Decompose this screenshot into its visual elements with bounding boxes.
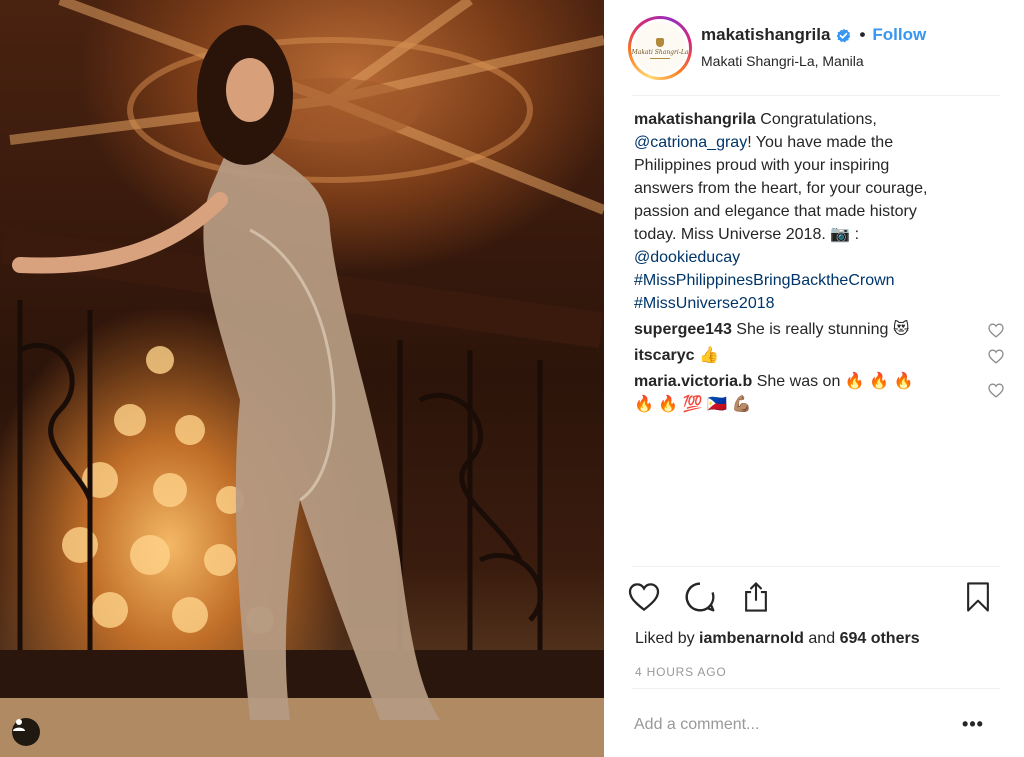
bookmark-icon[interactable] <box>960 578 996 616</box>
comment-item: itscaryc 👍 <box>634 344 1006 367</box>
hashtag-missuniverse2018[interactable]: #MissUniverse2018 <box>634 292 986 315</box>
likes-and: and <box>808 630 836 647</box>
caption-text: today. Miss Universe 2018. 📷 : <box>634 226 860 243</box>
user-tag-icon[interactable] <box>12 718 40 746</box>
post-details-panel: Makati Shangri-La makatishangrila • Foll… <box>604 0 1024 757</box>
follow-button[interactable]: Follow <box>872 25 926 45</box>
comment-item: maria.victoria.b She was on 🔥 🔥 🔥 🔥 🔥 💯 … <box>634 370 1006 416</box>
like-comment-heart-icon[interactable] <box>988 322 1004 345</box>
comments-list: makatishangrila Congratulations, @catrio… <box>634 108 1006 416</box>
like-comment-heart-icon[interactable] <box>988 348 1004 371</box>
divider <box>632 95 1000 96</box>
add-comment-input[interactable] <box>634 707 934 743</box>
caption-text: Philippines proud with your inspiring <box>634 157 890 174</box>
caption-text: answers from the heart, for your courage… <box>634 180 928 197</box>
liker-username[interactable]: iambenarnold <box>699 630 804 647</box>
caption-username[interactable]: makatishangrila <box>634 111 756 128</box>
comment-text: 👍 <box>698 347 719 364</box>
comment-username[interactable]: supergee143 <box>634 321 732 338</box>
location-link[interactable]: Makati Shangri-La, Manila <box>701 53 864 69</box>
post-header: Makati Shangri-La makatishangrila • Foll… <box>604 0 1024 96</box>
post-photo[interactable] <box>0 0 604 757</box>
comment-text: She is really stunning 😻 <box>736 321 910 338</box>
logo-crest-icon <box>656 37 664 47</box>
photo-illustration <box>0 0 604 757</box>
mention-catriona-gray[interactable]: @catriona_gray <box>634 134 747 151</box>
separator-dot: • <box>859 25 866 44</box>
comment-text: 🔥 🔥 💯 🇵🇭 💪🏽 <box>634 396 752 413</box>
action-bar <box>626 578 1002 618</box>
post-caption: makatishangrila Congratulations, @catrio… <box>634 108 986 315</box>
comment-username[interactable]: maria.victoria.b <box>634 373 752 390</box>
avatar[interactable]: Makati Shangri-La <box>628 16 692 80</box>
mention-dookieducay[interactable]: @dookieducay <box>634 246 986 269</box>
caption-text: Congratulations, <box>760 111 877 128</box>
caption-text: passion and elegance that made history <box>634 203 917 220</box>
likes-summary: Liked by iambenarnold and 694 others <box>635 630 920 648</box>
post-username[interactable]: makatishangrila <box>701 25 830 45</box>
likes-prefix: Liked by <box>635 630 695 647</box>
like-comment-heart-icon[interactable] <box>988 382 1004 405</box>
heart-icon[interactable] <box>626 578 662 616</box>
verified-badge-icon <box>836 28 851 43</box>
comment-text: She was on 🔥 🔥 🔥 <box>756 373 914 390</box>
comment-username[interactable]: itscaryc <box>634 347 695 364</box>
logo-text: Makati Shangri-La <box>631 48 689 56</box>
divider <box>632 566 1000 567</box>
divider <box>632 688 1000 689</box>
username-row: makatishangrila • Follow <box>701 25 926 45</box>
hashtag-missphilippines[interactable]: #MissPhilippinesBringBacktheCrown <box>634 269 986 292</box>
comment-icon[interactable] <box>682 578 718 616</box>
shangri-la-logo: Makati Shangri-La <box>631 22 689 74</box>
share-icon[interactable] <box>738 578 774 616</box>
more-options-icon[interactable]: ••• <box>960 714 986 734</box>
comment-item: supergee143 She is really stunning 😻 <box>634 318 1006 341</box>
caption-text: ! You have made the <box>747 134 894 151</box>
likes-others-link[interactable]: 694 others <box>840 630 920 647</box>
post-timestamp[interactable]: 4 HOURS AGO <box>635 665 727 679</box>
